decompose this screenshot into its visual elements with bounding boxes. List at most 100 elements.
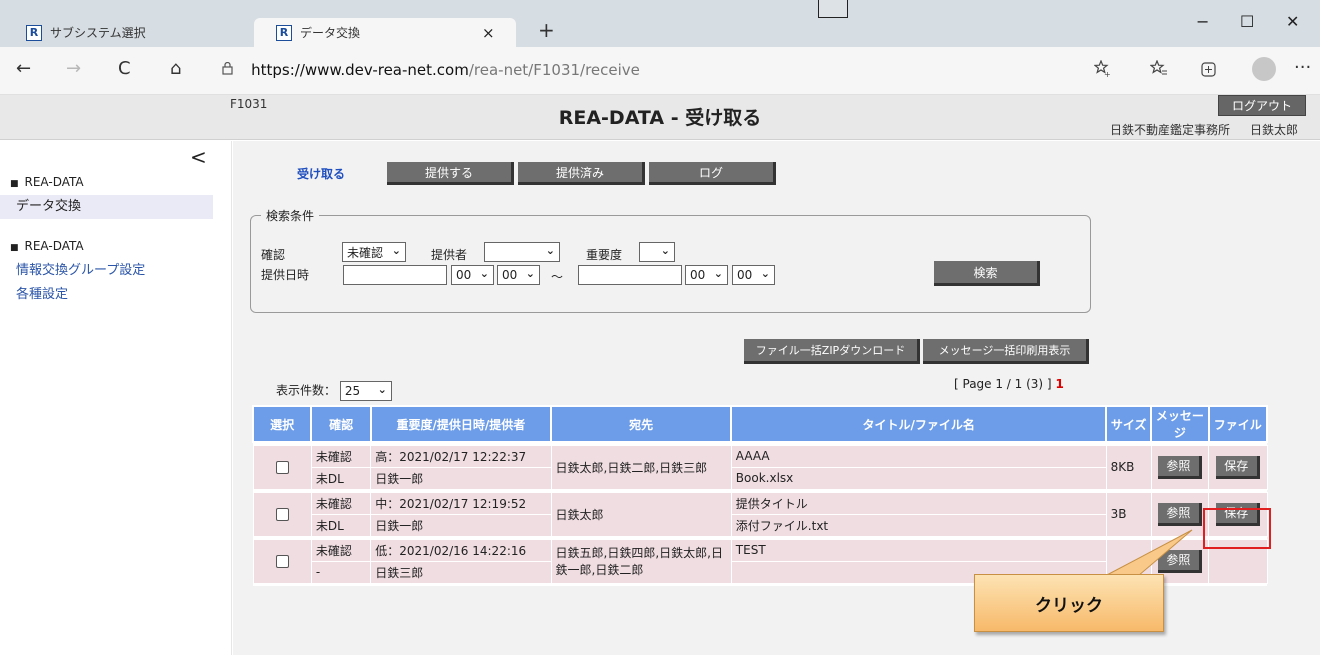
table-row: 未確認 低：2021/02/16 14:22:16 日鉄五郎,日鉄四郎,日鉄太郎… <box>252 538 1268 584</box>
minute-from-select[interactable]: 00 ⌄ <box>497 265 540 285</box>
column-header: 選択 <box>251 405 313 443</box>
print-messages-button[interactable]: メッセージ一括印刷用表示 <box>923 339 1089 364</box>
new-tab-button[interactable]: + <box>538 18 555 42</box>
browser-tab-data-exchange[interactable]: R データ交換 × <box>254 18 516 47</box>
chevron-down-icon: ⌄ <box>479 267 489 280</box>
tab-provide[interactable]: 提供する <box>387 162 514 185</box>
lock-icon <box>222 61 237 79</box>
recipients: 日鉄五郎,日鉄四郎,日鉄太郎,日鉄一郎,日鉄二郎 <box>550 538 732 584</box>
collections-icon[interactable] <box>1200 60 1218 83</box>
row-checkbox[interactable] <box>275 555 289 568</box>
close-window-icon[interactable]: ✕ <box>1286 12 1299 31</box>
app-header: F1031 REA-DATA - 受け取る ログアウト 日鉄不動産鑑定事務所 日鉄… <box>0 95 1320 140</box>
message-cell: 参照 <box>1150 491 1210 537</box>
column-header: ファイル <box>1207 405 1269 443</box>
hour-to-select[interactable]: 00 ⌄ <box>685 265 728 285</box>
view-message-button[interactable]: 参照 <box>1157 549 1202 573</box>
profile-icon[interactable] <box>1252 57 1276 81</box>
chevron-down-icon: ⌄ <box>525 267 535 280</box>
pager-summary: [ Page 1 / 1 (3) ] <box>954 377 1052 391</box>
provider-select[interactable]: ⌄ <box>484 242 560 262</box>
sidebar-section-heading: ■ REA-DATA <box>10 175 84 189</box>
received-files-table: 選択 確認 重要度/提供日時/提供者 宛先 タイトル/ファイル名 サイズ メッセ… <box>251 405 1269 586</box>
view-message-button[interactable]: 参照 <box>1157 455 1202 479</box>
logout-button[interactable]: ログアウト <box>1218 95 1306 116</box>
confirm-status: 未確認 <box>310 444 372 468</box>
search-conditions: 検索条件 確認 未確認 ⌄ 提供者 ⌄ 重要度 ⌄ 提供日時 00 ⌄ 00 ⌄ ～ … <box>250 207 1091 313</box>
browser-navbar: ← → C ⌂ https://www.dev-rea-net.com/rea-… <box>0 47 1320 95</box>
search-button[interactable]: 検索 <box>934 261 1040 286</box>
row-checkbox[interactable] <box>275 461 289 474</box>
hour-from-select[interactable]: 00 ⌄ <box>451 265 494 285</box>
tab-receive[interactable]: 受け取る <box>281 162 361 185</box>
sidebar-item-settings[interactable]: 各種設定 <box>0 283 213 307</box>
chevron-down-icon: ⌄ <box>545 244 555 257</box>
table-row: 未確認 高：2021/02/17 12:22:37 日鉄太郎,日鉄二郎,日鉄三郎… <box>252 444 1268 490</box>
range-tilde: ～ <box>551 270 564 284</box>
sidebar-item-group-settings[interactable]: 情報交換グループ設定 <box>0 259 213 283</box>
tab-log[interactable]: ログ <box>649 162 776 185</box>
back-icon[interactable]: ← <box>16 58 31 79</box>
column-header: タイトル/ファイル名 <box>730 405 1108 443</box>
date-to-input[interactable] <box>578 265 682 285</box>
chevron-down-icon: ⌄ <box>377 383 387 396</box>
provider: 日鉄一郎 <box>370 466 552 490</box>
pager: [ Page 1 / 1 (3) ] 1 <box>954 377 1064 391</box>
date-label: 提供日時 <box>261 268 310 282</box>
column-header: メッセージ <box>1150 405 1210 443</box>
size: 3B <box>1105 491 1152 537</box>
recipients: 日鉄太郎 <box>550 491 732 537</box>
pager-current-page[interactable]: 1 <box>1055 377 1063 391</box>
home-icon[interactable]: ⌂ <box>170 58 181 79</box>
url-host: https://www.dev-rea-net.com <box>251 61 469 79</box>
file-name: Book.xlsx <box>730 466 1107 490</box>
row-checkbox[interactable] <box>275 508 289 521</box>
select-cell <box>252 444 312 490</box>
view-message-button[interactable]: 参照 <box>1157 502 1202 526</box>
date-from-input[interactable] <box>343 265 447 285</box>
tab-title: サブシステム選択 <box>50 26 146 40</box>
provider: 日鉄三郎 <box>370 560 552 584</box>
tab-provided[interactable]: 提供済み <box>518 162 645 185</box>
save-file-button[interactable]: 保存 <box>1215 455 1260 479</box>
title: AAAA <box>730 444 1107 468</box>
more-icon[interactable]: ··· <box>1294 57 1311 78</box>
browser-titlebar: R サブシステム選択 × R データ交換 × + − ☐ ✕ <box>0 0 1320 47</box>
confirm-select[interactable]: 未確認 ⌄ <box>342 242 406 262</box>
select-cell <box>252 538 312 584</box>
provider-label: 提供者 <box>431 248 468 262</box>
browser-tab-subsystem[interactable]: R サブシステム選択 × <box>8 18 269 47</box>
reload-icon[interactable]: C <box>118 58 131 79</box>
square-bullet-icon: ■ <box>10 179 19 189</box>
select-cell <box>252 491 312 537</box>
priority-select[interactable]: ⌄ <box>639 242 675 262</box>
confirm-status: 未確認 <box>310 538 372 562</box>
download-status: 未DL <box>310 466 372 490</box>
page-size-control: 表示件数： 25 ⌄ <box>276 381 392 401</box>
save-button-highlight <box>1203 508 1271 549</box>
rea-logo-icon: R <box>276 24 292 41</box>
close-tab-icon[interactable]: × <box>482 24 495 42</box>
download-status: 未DL <box>310 513 372 537</box>
sidebar: < ■ REA-DATA データ交換 ■ REA-DATA 情報交換グループ設定 各… <box>0 141 232 655</box>
column-header: サイズ <box>1105 405 1153 443</box>
address-bar[interactable]: https://www.dev-rea-net.com/rea-net/F103… <box>222 61 640 79</box>
column-header: 宛先 <box>550 405 733 443</box>
minimize-icon[interactable]: − <box>1196 12 1209 31</box>
download-status: - <box>310 560 372 584</box>
maximize-icon[interactable]: ☐ <box>1240 12 1254 31</box>
message-cell: 参照 <box>1150 444 1210 490</box>
page-size-select[interactable]: 25 ⌄ <box>339 381 392 401</box>
sidebar-item-data-exchange[interactable]: データ交換 <box>0 195 213 219</box>
page-size-label: 表示件数： <box>276 383 337 398</box>
forward-icon[interactable]: → <box>66 58 81 79</box>
favorites-icon[interactable] <box>1149 59 1168 83</box>
svg-text:+: + <box>1104 70 1111 78</box>
zip-download-button[interactable]: ファイル一括ZIPダウンロード <box>744 339 920 364</box>
priority-label: 重要度 <box>586 248 623 262</box>
recipients: 日鉄太郎,日鉄二郎,日鉄三郎 <box>550 444 732 490</box>
size: 8KB <box>1105 444 1152 490</box>
minute-to-select[interactable]: 00 ⌄ <box>732 265 775 285</box>
collapse-sidebar-icon[interactable]: < <box>190 145 207 169</box>
add-favorite-icon[interactable]: + <box>1093 59 1112 83</box>
